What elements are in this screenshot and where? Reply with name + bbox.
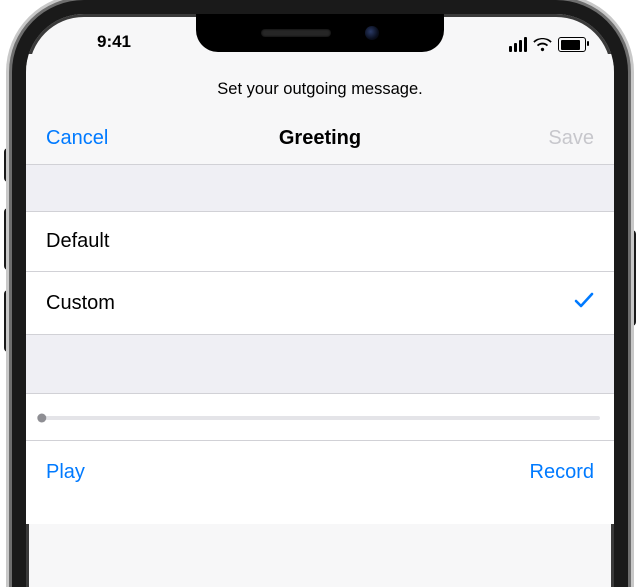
progress-track xyxy=(40,416,600,420)
status-indicators xyxy=(466,37,586,52)
device-mockup: 9:41 Set your outgoing message. Cancel G… xyxy=(0,0,640,587)
volume-down-button xyxy=(4,290,12,352)
header: Set your outgoing message. Cancel Greeti… xyxy=(26,54,614,165)
save-button[interactable]: Save xyxy=(504,127,594,150)
record-button[interactable]: Record xyxy=(530,461,594,484)
option-label: Default xyxy=(46,230,109,253)
wifi-icon xyxy=(533,38,552,52)
navigation-bar: Cancel Greeting Save xyxy=(26,117,614,164)
power-button xyxy=(628,230,636,326)
page-title: Greeting xyxy=(279,127,361,150)
checkmark-icon xyxy=(574,290,594,316)
mute-switch xyxy=(4,148,12,182)
section-spacer xyxy=(26,335,614,393)
section-spacer xyxy=(26,165,614,211)
volume-up-button xyxy=(4,208,12,270)
header-subtitle: Set your outgoing message. xyxy=(26,54,614,117)
status-bar: 9:41 xyxy=(26,14,614,54)
battery-icon xyxy=(558,37,586,52)
cancel-button[interactable]: Cancel xyxy=(46,127,136,150)
option-custom[interactable]: Custom xyxy=(26,272,614,335)
progress-thumb[interactable] xyxy=(37,414,46,423)
screen: 9:41 Set your outgoing message. Cancel G… xyxy=(26,14,614,587)
option-label: Custom xyxy=(46,292,115,315)
option-default[interactable]: Default xyxy=(26,211,614,272)
playback-progress[interactable] xyxy=(26,393,614,441)
cellular-signal-icon xyxy=(509,37,527,52)
player-actions: Play Record xyxy=(26,441,614,524)
play-button[interactable]: Play xyxy=(46,461,85,484)
status-time: 9:41 xyxy=(54,32,174,52)
phone-frame: 9:41 Set your outgoing message. Cancel G… xyxy=(12,0,628,587)
